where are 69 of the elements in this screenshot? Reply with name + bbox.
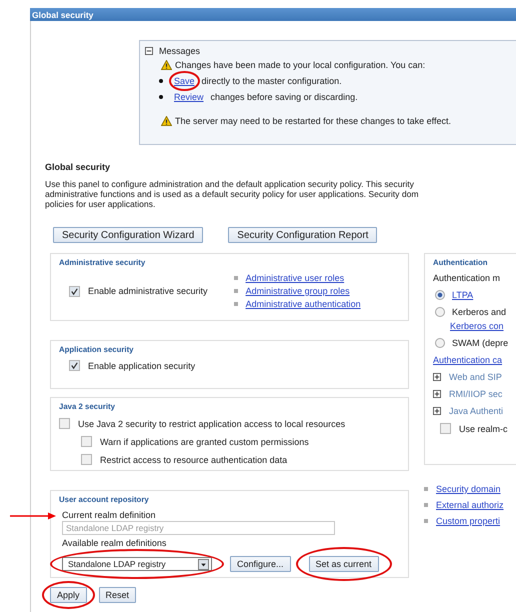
action-button[interactable]: Set as current [308, 556, 379, 572]
checkbox-label: Enable administrative security [88, 286, 208, 296]
checkbox-label: Restrict access to resource authentication data [100, 454, 288, 464]
radio-button[interactable] [435, 307, 445, 317]
bullet-icon [424, 519, 428, 523]
message-text: Changes have been made to your local configuration. You can: [175, 60, 426, 70]
field-label: Available realm definitions [62, 538, 168, 548]
radio-label: SWAM (depre [452, 338, 508, 348]
bullet-icon [159, 95, 163, 99]
message-link[interactable]: Save [174, 76, 195, 86]
bullet-icon [234, 289, 238, 293]
page-title: Global security [32, 10, 94, 20]
bullet-icon [234, 276, 238, 280]
warning-icon [161, 60, 172, 70]
description-text: administrative functions and is used as a default security policy for user applications. Security dom [45, 189, 420, 199]
expand-icon[interactable] [433, 373, 441, 381]
checkbox[interactable] [59, 418, 70, 429]
settings-link[interactable]: Administrative authentication [246, 299, 361, 309]
highlight-ellipse [169, 71, 200, 91]
bullet-icon [424, 487, 428, 491]
bullet-icon [424, 503, 428, 507]
related-link[interactable]: Security domain [436, 484, 501, 494]
message-text: directly to the master configuration. [202, 76, 342, 86]
messages-title: Messages [159, 46, 200, 56]
checkbox[interactable] [69, 360, 80, 371]
section-label[interactable]: Web and SIP [449, 372, 502, 382]
checkbox-label: Warn if applications are granted custom permissions [100, 436, 309, 446]
warning-icon [161, 116, 172, 126]
bullet-icon [159, 79, 163, 83]
radio-label: Kerberos and [452, 307, 506, 317]
field-label: Current realm definition [62, 510, 157, 520]
config-link[interactable]: Kerberos con [450, 321, 516, 331]
message-text: The server may need to be restarted for these changes to take effect. [175, 116, 451, 126]
checkbox[interactable] [69, 286, 80, 296]
dropdown-icon [198, 558, 209, 570]
related-link[interactable]: External authoriz [436, 500, 504, 510]
settings-link[interactable]: Authentication ca [433, 355, 516, 365]
checkbox-label: Use realm-c [459, 424, 508, 434]
bullet-icon [234, 302, 238, 306]
collapse-icon[interactable] [145, 47, 153, 55]
arrow-icon [10, 512, 56, 520]
realm-dropdown[interactable]: Standalone LDAP registry [62, 557, 212, 571]
radio-link[interactable]: LTPA [452, 290, 474, 300]
message-link[interactable]: Review [174, 92, 204, 102]
toolbar-button[interactable]: Security Configuration Wizard [53, 227, 204, 243]
expand-icon[interactable] [433, 407, 441, 415]
checkbox[interactable] [81, 454, 92, 465]
message-text: changes before saving or discarding. [210, 92, 358, 102]
action-button[interactable]: Configure... [230, 556, 291, 572]
description-text: Use this panel to configure administration and the default application security policy. This security [45, 179, 415, 189]
section-title: Global security [45, 162, 112, 172]
checkbox[interactable] [440, 423, 451, 434]
section-label[interactable]: Java Authenti [449, 406, 504, 416]
form-button[interactable]: Apply [50, 587, 87, 603]
radio-button[interactable] [435, 338, 445, 348]
highlight-ellipse [42, 581, 95, 609]
checkbox-label: Use Java 2 security to restrict application access to local resources [78, 418, 346, 428]
field-label: Authentication m [433, 273, 502, 283]
description-text: policies for user applications. [45, 199, 156, 209]
checkbox-label: Enable application security [88, 360, 196, 370]
related-link[interactable]: Custom properti [436, 516, 500, 526]
settings-link[interactable]: Administrative group roles [246, 286, 350, 296]
section-label[interactable]: RMI/IIOP sec [449, 389, 502, 399]
checkbox[interactable] [81, 436, 92, 447]
radio-button[interactable] [435, 290, 445, 300]
expand-icon[interactable] [433, 390, 441, 398]
form-button[interactable]: Reset [98, 587, 136, 603]
settings-link[interactable]: Administrative user roles [246, 273, 344, 283]
toolbar-button[interactable]: Security Configuration Report [228, 227, 378, 243]
